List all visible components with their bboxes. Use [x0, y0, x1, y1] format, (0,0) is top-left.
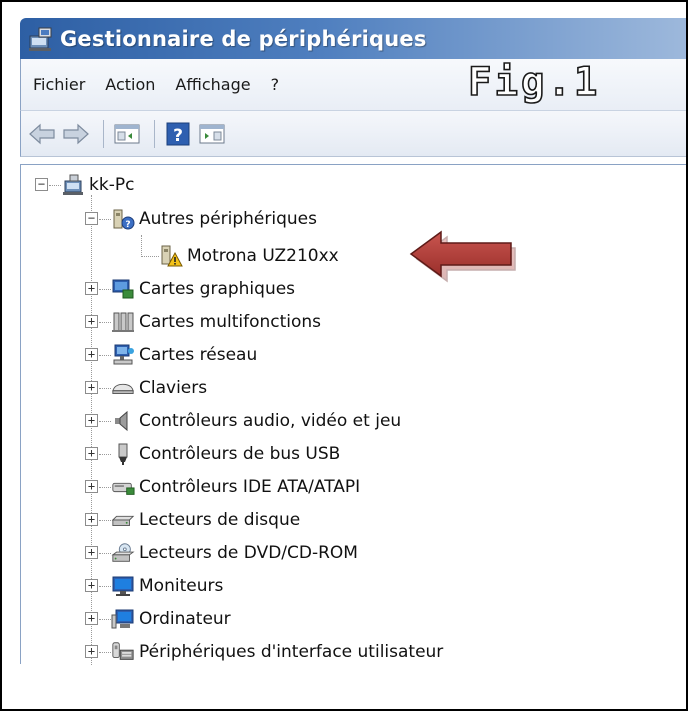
tree-item[interactable]: + Cartes multifonctions [85, 306, 321, 338]
computer-icon [111, 607, 135, 631]
expand-icon[interactable]: + [85, 315, 98, 328]
tree-item-label: Motrona UZ210xx [187, 246, 339, 266]
svg-text:?: ? [125, 220, 130, 230]
console-tree-icon[interactable] [112, 119, 142, 149]
network-adapter-icon [111, 343, 135, 367]
action-pane-icon[interactable] [197, 119, 227, 149]
tree-item-label: Autres périphériques [139, 209, 317, 229]
help-icon[interactable]: ? [163, 119, 193, 149]
menu-item-action[interactable]: Action [95, 59, 165, 111]
dvd-drive-icon [111, 541, 135, 565]
tree-item[interactable]: + Périphériques d'interface utilisateur [85, 636, 443, 668]
collapse-icon[interactable]: − [85, 212, 98, 225]
tree-connector [49, 185, 61, 186]
tree-connector [99, 619, 111, 620]
expand-icon[interactable]: + [85, 414, 98, 427]
expand-icon[interactable]: + [85, 645, 98, 658]
tree-item[interactable]: + Contrôleurs IDE ATA/ATAPI [85, 471, 360, 503]
toolbar-separator [103, 119, 104, 148]
tree-item-label: Contrôleurs IDE ATA/ATAPI [139, 477, 361, 497]
title-bar[interactable]: Gestionnaire de périphériques [20, 18, 686, 59]
tree-item-label: Cartes réseau [139, 345, 258, 365]
window-title: Gestionnaire de périphériques [60, 26, 427, 51]
tree-connector [99, 520, 111, 521]
tree-item-label: Ordinateur [139, 609, 231, 629]
speaker-icon [111, 409, 135, 433]
device-tree: − kk-Pc − ? Autres périphériques Motrona… [20, 164, 686, 665]
tree-connector [99, 322, 111, 323]
expand-icon[interactable]: + [85, 348, 98, 361]
expand-icon[interactable]: + [85, 579, 98, 592]
tree-item[interactable]: + Cartes graphiques [85, 273, 295, 305]
toolbar-separator [154, 119, 155, 148]
device-manager-icon [26, 24, 56, 54]
tree-root[interactable]: − kk-Pc [35, 169, 134, 201]
tree-item-label: Contrôleurs audio, vidéo et jeu [139, 411, 402, 431]
unknown-device-icon: ? [111, 207, 135, 231]
root-label: kk-Pc [89, 175, 135, 195]
tree-connector [99, 388, 111, 389]
expand-icon[interactable]: + [85, 513, 98, 526]
expand-icon[interactable]: + [85, 282, 98, 295]
tree-item[interactable]: − ? Autres périphériques [85, 203, 317, 235]
collapse-icon[interactable]: − [35, 178, 48, 191]
tree-item[interactable]: + Moniteurs [85, 570, 223, 602]
toolbar: ? [20, 111, 686, 157]
warning-device-icon [159, 244, 183, 268]
tree-connector [141, 235, 142, 257]
tree-item[interactable]: + Lecteurs de DVD/CD-ROM [85, 537, 358, 569]
tree-connector [99, 487, 111, 488]
display-adapter-icon [111, 277, 135, 301]
tree-connector [99, 454, 111, 455]
menu-item-help[interactable]: ? [261, 59, 290, 111]
tree-connector [99, 652, 111, 653]
tree-item[interactable]: + Cartes réseau [85, 339, 257, 371]
figure-label: Fig.1 [467, 60, 601, 106]
tree-item-label: Claviers [139, 378, 208, 398]
menu-bar: Fichier Action Affichage ? Fig.1 [20, 59, 686, 111]
svg-text:?: ? [173, 126, 183, 146]
tree-item-label: Lecteurs de disque [139, 510, 301, 530]
expand-icon[interactable]: + [85, 381, 98, 394]
tree-item-label: Cartes multifonctions [139, 312, 322, 332]
usb-icon [111, 442, 135, 466]
tree-item-label: Moniteurs [139, 576, 224, 596]
hid-icon [111, 640, 135, 664]
tree-item-label: Contrôleurs de bus USB [139, 444, 341, 464]
expand-icon[interactable]: + [85, 546, 98, 559]
expand-icon[interactable]: + [85, 480, 98, 493]
annotation-arrow-icon [407, 230, 519, 286]
tree-connector [99, 219, 111, 220]
tree-item[interactable]: + Contrôleurs de bus USB [85, 438, 340, 470]
disk-drive-icon [111, 508, 135, 532]
expand-icon[interactable]: + [85, 612, 98, 625]
tree-item-label: Lecteurs de DVD/CD-ROM [139, 543, 358, 563]
tree-item-label: Périphériques d'interface utilisateur [139, 642, 444, 662]
back-icon[interactable] [27, 119, 57, 149]
multifunction-icon [111, 310, 135, 334]
tree-connector [99, 289, 111, 290]
monitor-icon [111, 574, 135, 598]
screenshot-frame: Gestionnaire de périphériques Fichier Ac… [0, 0, 688, 711]
ide-controller-icon [111, 475, 135, 499]
tree-connector [99, 553, 111, 554]
keyboard-icon [111, 376, 135, 400]
tree-item-motrona[interactable]: Motrona UZ210xx [159, 240, 339, 272]
tree-item[interactable]: + Lecteurs de disque [85, 504, 300, 536]
forward-icon[interactable] [61, 119, 91, 149]
tree-connector [99, 586, 111, 587]
tree-connector [99, 355, 111, 356]
tree-connector [141, 256, 159, 257]
computer-icon [61, 173, 85, 197]
tree-item-label: Cartes graphiques [139, 279, 296, 299]
tree-item[interactable]: + Claviers [85, 372, 207, 404]
menu-item-affichage[interactable]: Affichage [165, 59, 260, 111]
expand-icon[interactable]: + [85, 447, 98, 460]
tree-item[interactable]: + Ordinateur [85, 603, 231, 635]
tree-item[interactable]: + Contrôleurs audio, vidéo et jeu [85, 405, 401, 437]
menu-item-fichier[interactable]: Fichier [21, 59, 95, 111]
tree-connector [99, 421, 111, 422]
